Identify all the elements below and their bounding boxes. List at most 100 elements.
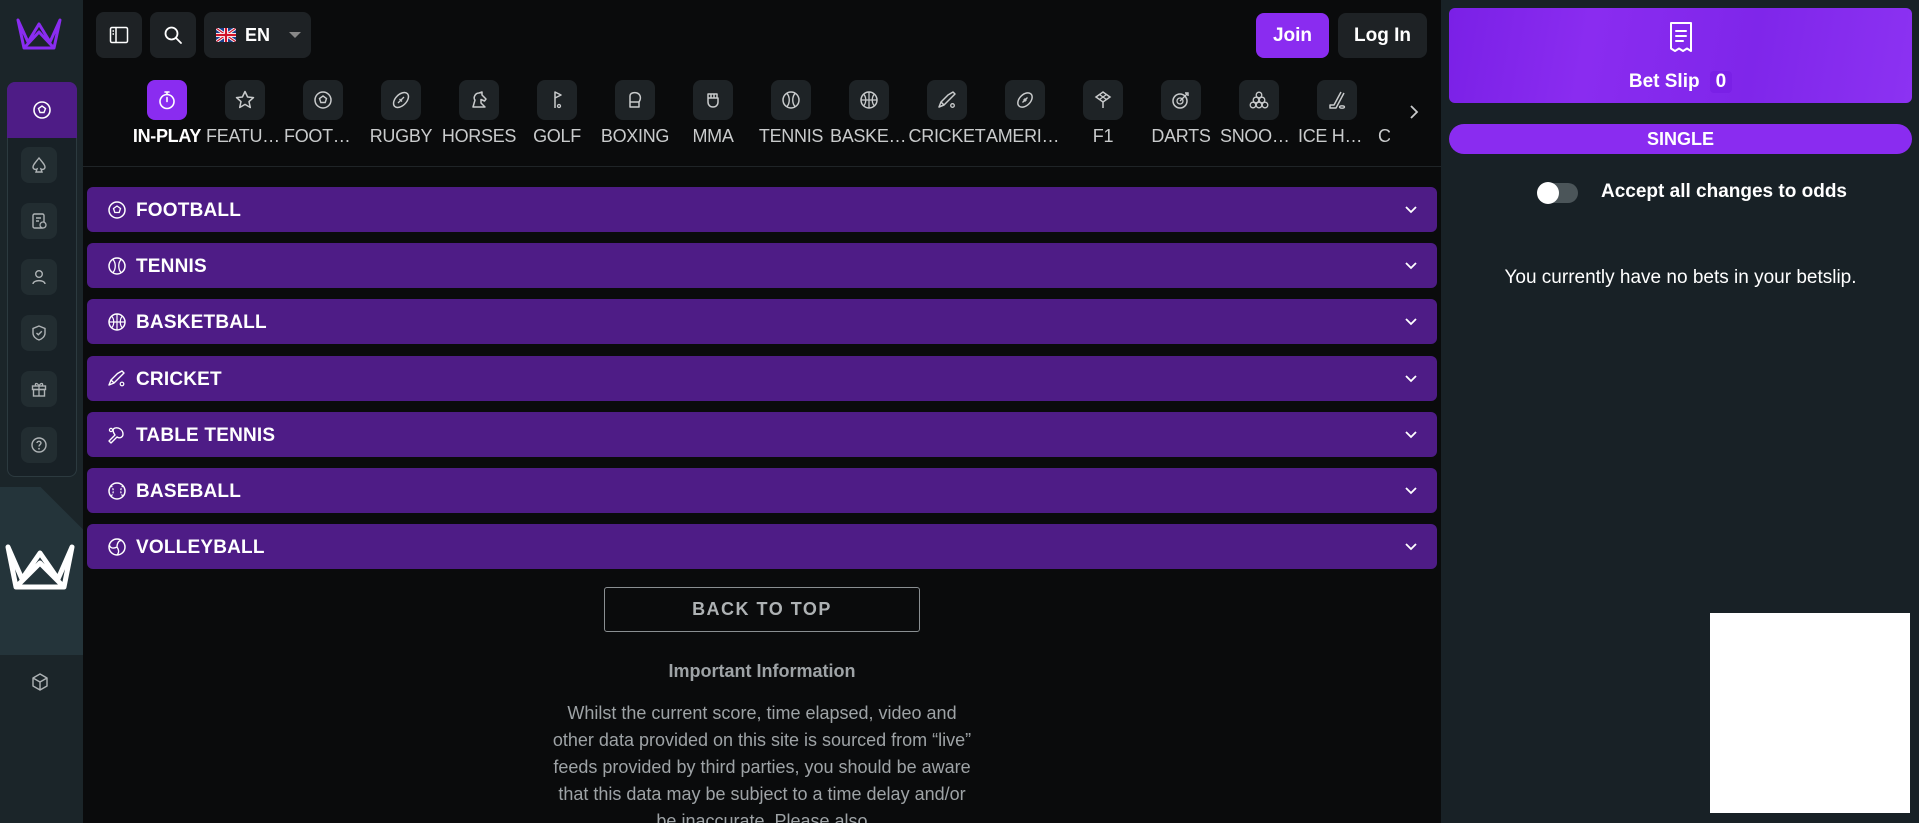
sport-tab-label: DARTS — [1151, 126, 1211, 146]
football-icon — [106, 199, 128, 221]
sport-tab-label: SNOOKER — [1220, 126, 1298, 146]
sport-tab-label: MMA — [692, 126, 734, 146]
sport-tab-label: FOOTBALL — [284, 126, 362, 146]
crown-logo-icon[interactable] — [14, 16, 64, 52]
carousel-next-button[interactable] — [1408, 104, 1420, 120]
sport-tab-mma[interactable]: MMA — [674, 78, 752, 158]
star-icon — [225, 80, 265, 120]
section-volleyball[interactable]: VOLLEYBALL — [87, 524, 1437, 569]
betslip-count-badge: 0 — [1709, 71, 1733, 93]
language-selector[interactable]: EN — [204, 12, 311, 58]
rail-sports-button[interactable] — [7, 82, 77, 138]
sport-tab-boxing[interactable]: BOXING — [596, 78, 674, 158]
dartboard-icon — [1161, 80, 1201, 120]
sport-tab-snooker[interactable]: SNOOKER — [1220, 78, 1298, 158]
section-baseball[interactable]: BASEBALL — [87, 468, 1437, 513]
tennis-ball-icon — [106, 255, 128, 277]
checkered-flag-icon — [1083, 80, 1123, 120]
rail-promo-banner[interactable] — [0, 487, 83, 655]
accept-odds-toggle[interactable] — [1537, 182, 1578, 204]
gift-icon — [30, 380, 48, 398]
rail-account-button[interactable] — [21, 259, 57, 295]
chevron-down-icon — [1403, 426, 1419, 442]
hockey-stick-icon — [1317, 80, 1357, 120]
search-button[interactable] — [150, 12, 196, 58]
section-football[interactable]: FOOTBALL — [87, 187, 1437, 232]
section-cricket[interactable]: CRICKET — [87, 356, 1437, 401]
sidebar-panel-icon — [109, 26, 129, 44]
section-basketball[interactable]: BASKETBALL — [87, 299, 1437, 344]
back-to-top-button[interactable]: BACK TO TOP — [604, 587, 920, 632]
sport-tab-darts[interactable]: DARTS — [1142, 78, 1220, 158]
section-label: VOLLEYBALL — [136, 537, 265, 558]
chevron-right-icon — [1408, 104, 1420, 120]
sport-tab-horses[interactable]: HORSES — [440, 78, 518, 158]
sport-tab-label: TENNIS — [758, 126, 824, 146]
chevron-down-icon — [1403, 201, 1419, 217]
sport-tab-rugby[interactable]: RUGBY — [362, 78, 440, 158]
sport-tab-label: HORSES — [441, 126, 517, 146]
basketball-icon — [106, 311, 128, 333]
sport-tab-label: AMERICAN FOOTBALL — [986, 126, 1064, 146]
chevron-down-icon — [1403, 257, 1419, 273]
rail-help-button[interactable] — [21, 427, 57, 463]
sport-tab-label: RUGBY — [369, 126, 433, 146]
sport-tab-featured[interactable]: FEATURED — [206, 78, 284, 158]
login-button[interactable]: Log In — [1338, 13, 1427, 58]
help-circle-icon — [30, 436, 48, 454]
divider — [83, 166, 1441, 167]
betslip-header[interactable]: Bet Slip 0 — [1449, 8, 1912, 103]
sport-tab-football[interactable]: FOOTBALL — [284, 78, 362, 158]
sport-tab-label: GOLF — [533, 126, 581, 146]
crown-watermark-icon — [4, 541, 76, 591]
table-tennis-icon — [106, 424, 128, 446]
section-label: BASKETBALL — [136, 312, 267, 333]
football-icon — [303, 80, 343, 120]
american-football-icon — [1005, 80, 1045, 120]
rail-cube-button[interactable] — [22, 664, 58, 700]
betslip-check-icon — [30, 212, 48, 230]
left-rail — [0, 0, 83, 823]
sport-tab-cricket[interactable]: CRICKET — [908, 78, 986, 158]
sport-tab-label: CRICKET — [908, 126, 986, 146]
rail-promotions-button[interactable] — [21, 371, 57, 407]
sport-tab-tennis[interactable]: TENNIS — [752, 78, 830, 158]
join-button[interactable]: Join — [1256, 13, 1329, 58]
section-label: TABLE TENNIS — [136, 425, 276, 446]
basketball-icon — [849, 80, 889, 120]
volleyball-icon — [106, 536, 128, 558]
chevron-down-icon — [1403, 482, 1419, 498]
sport-tab-label: FEATURED — [206, 126, 284, 146]
sport-tab-label: F1 — [1092, 126, 1114, 146]
sport-tab-f1[interactable]: F1 — [1064, 78, 1142, 158]
important-info-title: Important Information — [668, 661, 856, 681]
caret-down-icon — [289, 32, 301, 38]
rail-casino-button[interactable] — [21, 147, 57, 183]
chevron-down-icon — [1403, 370, 1419, 386]
sport-tab-label: IN-PLAY — [132, 126, 202, 146]
sport-tab-next[interactable]: C — [1376, 78, 1390, 158]
search-icon — [163, 25, 183, 45]
sport-tab-american-football[interactable]: AMERICAN FOOTBALL — [986, 78, 1064, 158]
betslip-title-row: Bet Slip 0 — [1449, 71, 1912, 93]
section-table-tennis[interactable]: TABLE TENNIS — [87, 412, 1437, 457]
spade-icon — [30, 156, 48, 174]
shield-check-icon — [30, 324, 48, 342]
sport-tab-ice-hockey[interactable]: ICE HOCKEY — [1298, 78, 1376, 158]
sport-tab-golf[interactable]: GOLF — [518, 78, 596, 158]
chevron-down-icon — [1403, 313, 1419, 329]
sport-tab-label: BASKETBALL — [830, 126, 908, 146]
sport-tab-basketball[interactable]: BASKETBALL — [830, 78, 908, 158]
tab-single[interactable]: SINGLE — [1449, 124, 1912, 154]
rugby-ball-icon — [381, 80, 421, 120]
rail-safer-gambling-button[interactable] — [21, 315, 57, 351]
rail-my-bets-button[interactable] — [21, 203, 57, 239]
baseball-icon — [106, 480, 128, 502]
toggle-sidebar-button[interactable] — [96, 12, 142, 58]
sport-tab-in-play[interactable]: IN-PLAY — [128, 78, 206, 158]
empty-betslip-message: You currently have no bets in your betsl… — [1504, 267, 1857, 288]
section-tennis[interactable]: TENNIS — [87, 243, 1437, 288]
betslip-title: Bet Slip — [1628, 71, 1700, 92]
toggle-knob — [1537, 182, 1559, 204]
section-label: FOOTBALL — [136, 200, 242, 221]
